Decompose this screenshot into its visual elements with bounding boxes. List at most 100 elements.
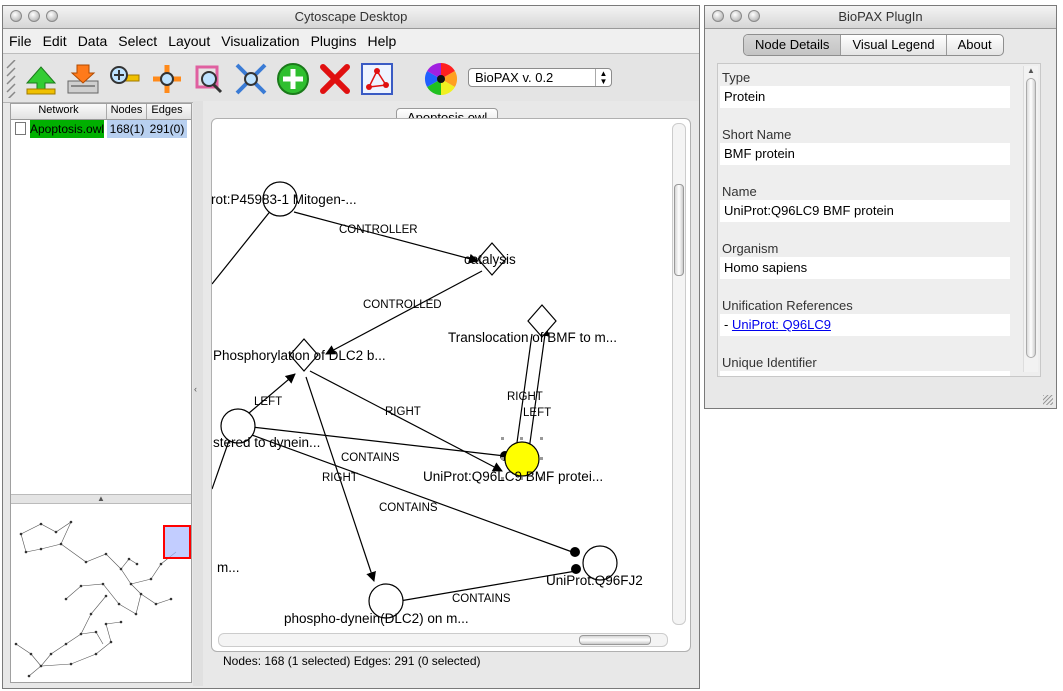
menu-help[interactable]: Help <box>368 33 397 49</box>
node-label-tethered: stered to dynein... <box>213 435 320 450</box>
vertical-scrollbar[interactable] <box>672 123 686 625</box>
vizmapper-icon[interactable] <box>423 61 459 97</box>
biopax-tab-bar: Node Details Visual Legend About <box>743 34 1004 56</box>
cytoscape-window: Cytoscape Desktop File Edit Data Select … <box>2 5 700 689</box>
new-network-from-selection-icon[interactable] <box>359 61 395 97</box>
node-label-bmf: UniProt:Q96LC9 BMF protei... <box>423 469 603 484</box>
network-status: Nodes: 168 (1 selected) Edges: 291 (0 se… <box>223 654 481 668</box>
field-label-unification-references: Unification References <box>722 298 853 313</box>
layout-select[interactable]: BioPAX v. 0.2 ▲ ▼ <box>468 68 612 87</box>
menu-file[interactable]: File <box>9 33 32 49</box>
resize-grip-icon[interactable] <box>1043 395 1053 405</box>
edge-label-contains: CONTAINS <box>341 452 400 464</box>
node-label-phosphorylation: Phosphorylation of DLC2 b... <box>213 348 386 363</box>
delete-icon[interactable] <box>317 61 353 97</box>
field-value-organism: Homo sapiens <box>720 257 1010 279</box>
field-value-type: Protein <box>720 86 1010 108</box>
edge-label-contains: CONTAINS <box>379 502 438 514</box>
main-toolbar: BioPAX v. 0.2 ▲ ▼ <box>3 54 699 103</box>
menu-visualization[interactable]: Visualization <box>221 33 299 49</box>
field-label-unique-identifier: Unique Identifier <box>722 355 817 370</box>
edge-terminal-dot <box>570 547 580 557</box>
edge-label-right: RIGHT <box>322 472 358 484</box>
menu-plugins[interactable]: Plugins <box>311 33 357 49</box>
network-minimap[interactable] <box>11 504 191 682</box>
field-value-short-name: BMF protein <box>720 143 1010 165</box>
menu-data[interactable]: Data <box>78 33 108 49</box>
edge-label-contains: CONTAINS <box>452 593 511 605</box>
document-icon <box>15 122 26 135</box>
toolbar-grip-icon <box>6 60 16 98</box>
close-window-button[interactable] <box>10 10 22 22</box>
layout-select-value: BioPAX v. 0.2 <box>475 70 554 85</box>
vertical-scroll-thumb[interactable] <box>674 184 684 276</box>
zoom-selected-icon[interactable] <box>191 61 227 97</box>
main-title-bar[interactable]: Cytoscape Desktop <box>3 6 699 29</box>
node-label-q96fj2: UniProt:Q96FJ2 <box>546 573 643 588</box>
node-label-m: m... <box>217 560 240 575</box>
network-panel: Network Nodes Edges Apoptosis.owl 168(1)… <box>10 103 192 683</box>
edge-label-controlled: CONTROLLED <box>363 299 442 311</box>
zoom-out-icon[interactable] <box>149 61 185 97</box>
node-label-phospho-dynein: phospho-dynein(DLC2) on m... <box>284 611 469 626</box>
network-name: Apoptosis.owl <box>30 120 104 138</box>
horizontal-scroll-thumb[interactable] <box>579 635 651 645</box>
tab-visual-legend[interactable]: Visual Legend <box>841 35 947 55</box>
biopax-minimize-button[interactable] <box>730 10 742 22</box>
biopax-close-button[interactable] <box>712 10 724 22</box>
field-value-name: UniProt:Q96LC9 BMF protein <box>720 200 1010 222</box>
column-network[interactable]: Network <box>11 104 107 119</box>
edge-label-left: LEFT <box>523 407 551 419</box>
scroll-up-icon[interactable]: ▲ <box>1024 66 1038 75</box>
edge-label-controller: CONTROLLER <box>339 224 418 236</box>
tab-about[interactable]: About <box>947 35 1003 55</box>
column-nodes[interactable]: Nodes <box>107 104 147 119</box>
graph-edge[interactable] <box>293 211 479 264</box>
biopax-zoom-button[interactable] <box>748 10 760 22</box>
menu-select[interactable]: Select <box>118 33 157 49</box>
window-controls <box>10 10 58 22</box>
minimap-viewport[interactable] <box>163 525 191 559</box>
panel-divider[interactable]: ▲ <box>11 494 191 504</box>
biopax-title-bar[interactable]: BioPAX PlugIn <box>705 6 1056 29</box>
biopax-window: BioPAX PlugIn Node Details Visual Legend… <box>704 5 1057 409</box>
node-label-p45983: rot:P45983-1 Mitogen-... <box>212 192 357 207</box>
edge-label-right: RIGHT <box>507 391 543 403</box>
details-scrollbar[interactable]: ▲ <box>1023 66 1038 372</box>
node-label-catalysis: catalysis <box>464 252 516 267</box>
import-icon[interactable] <box>65 61 101 97</box>
menu-edit[interactable]: Edit <box>43 33 67 49</box>
biopax-window-title: BioPAX PlugIn <box>838 9 923 24</box>
tab-node-details[interactable]: Node Details <box>744 35 842 55</box>
graph-edge[interactable] <box>309 370 503 472</box>
edge-label-left: LEFT <box>254 396 282 408</box>
network-nodes-cell[interactable]: 168(1) <box>107 120 147 138</box>
column-edges[interactable]: Edges <box>147 104 187 119</box>
zoom-window-button[interactable] <box>46 10 58 22</box>
menu-layout[interactable]: Layout <box>168 33 210 49</box>
graph-edge[interactable] <box>212 203 277 285</box>
table-row[interactable]: Apoptosis.owl 168(1) 291(0) <box>11 120 191 138</box>
reference-bullet: - <box>724 317 732 332</box>
network-canvas[interactable]: rot:P45983-1 Mitogen-... catalysis Phosp… <box>211 118 691 652</box>
open-network-icon[interactable] <box>23 61 59 97</box>
network-name-cell[interactable]: Apoptosis.owl <box>11 120 107 138</box>
field-label-organism: Organism <box>722 241 779 256</box>
node-details-panel: Type Protein Short Name BMF protein Name… <box>717 63 1041 377</box>
add-icon[interactable] <box>275 61 311 97</box>
split-pane-divider[interactable]: ‹ <box>193 101 203 686</box>
uniprot-reference-link[interactable]: UniProt: Q96LC9 <box>732 317 831 332</box>
select-arrows-icon: ▲ ▼ <box>595 69 611 86</box>
network-graph[interactable]: rot:P45983-1 Mitogen-... catalysis Phosp… <box>212 119 690 651</box>
zoom-fit-icon[interactable] <box>233 61 269 97</box>
horizontal-scrollbar[interactable] <box>218 633 668 647</box>
minimize-window-button[interactable] <box>28 10 40 22</box>
details-scroll-thumb[interactable] <box>1026 78 1036 358</box>
network-view-pane: Apoptosis.owl <box>203 101 699 686</box>
zoom-in-icon[interactable] <box>107 61 143 97</box>
node-label-translocation: Translocation of BMF to m... <box>448 330 617 345</box>
network-table-header: Network Nodes Edges <box>11 104 191 120</box>
menu-bar: File Edit Data Select Layout Visualizati… <box>3 29 699 54</box>
network-edges-cell[interactable]: 291(0) <box>147 120 187 138</box>
field-value-unification-references: - UniProt: Q96LC9 <box>720 314 1010 336</box>
